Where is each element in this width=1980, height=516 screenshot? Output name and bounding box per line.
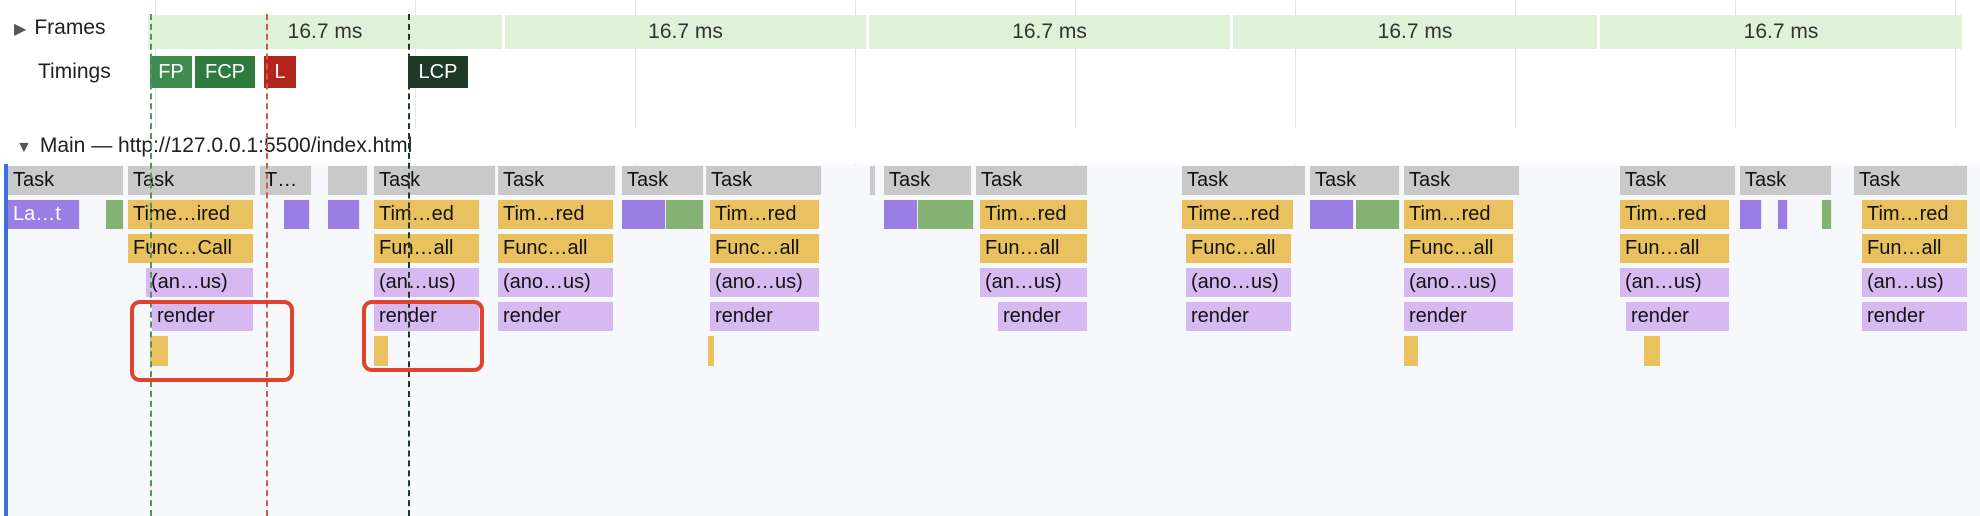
load-marker-line — [266, 14, 268, 516]
marker-lcp[interactable]: LCP — [408, 56, 468, 88]
event-bar[interactable] — [884, 200, 918, 229]
highlight-box — [130, 300, 294, 382]
frame-duration: 16.7 ms — [1743, 20, 1819, 43]
timings-label: Timings — [38, 60, 111, 83]
frame-duration: 16.7 ms — [648, 20, 723, 43]
render-bar[interactable]: render — [498, 302, 614, 331]
anonymous-function-bar[interactable]: (an…us) — [1862, 268, 1968, 297]
event-bar[interactable] — [666, 200, 704, 229]
render-bar[interactable]: render — [1404, 302, 1514, 331]
frame-duration: 16.7 ms — [1377, 20, 1453, 43]
lcp-marker-line — [408, 14, 410, 516]
frame-block[interactable]: 16.7 ms — [148, 15, 502, 49]
main-header-wrap[interactable]: ▼ Main — http://127.0.0.1:5500/index.html — [16, 134, 412, 158]
function-call-bar[interactable]: Func…Call — [128, 234, 254, 263]
marker-fcp[interactable]: FCP — [195, 56, 255, 88]
timer-fired-bar[interactable]: Tim…red — [1620, 200, 1730, 229]
task-bar[interactable]: Task — [1404, 166, 1520, 195]
function-call-bar[interactable]: Fun…all — [1862, 234, 1968, 263]
render-bar[interactable]: render — [1862, 302, 1968, 331]
function-call-bar[interactable]: Func…all — [1404, 234, 1514, 263]
event-bar[interactable] — [1740, 200, 1762, 229]
function-call-bar[interactable]: Fun…all — [980, 234, 1088, 263]
function-call-bar[interactable]: Fun…all — [1620, 234, 1730, 263]
event-bar[interactable] — [918, 200, 974, 229]
anonymous-function-bar[interactable]: (an…us) — [980, 268, 1088, 297]
render-bar[interactable]: render — [1186, 302, 1292, 331]
expand-triangle-icon[interactable]: ▶ — [14, 19, 26, 39]
render-bar[interactable]: render — [710, 302, 820, 331]
anonymous-function-bar[interactable]: (an…us) — [374, 268, 480, 297]
timer-fired-bar[interactable]: Tim…red — [710, 200, 820, 229]
frames-track[interactable]: ▶ Frames 16.7 ms 16.7 ms 16.7 ms 16.7 ms … — [0, 10, 1980, 50]
task-bar[interactable]: Task — [374, 166, 496, 195]
anonymous-function-bar[interactable]: (ano…us) — [1404, 268, 1514, 297]
event-bar[interactable] — [328, 200, 360, 229]
subcall-bar[interactable] — [1404, 336, 1418, 366]
anonymous-function-bar[interactable]: (ano…us) — [1186, 268, 1292, 297]
event-bar[interactable] — [1356, 200, 1400, 229]
event-bar[interactable] — [1822, 200, 1832, 229]
task-bar[interactable]: Task — [8, 166, 124, 195]
timer-fired-bar[interactable]: Tim…red — [1404, 200, 1514, 229]
task-bar[interactable]: Task — [1740, 166, 1832, 195]
marker-load[interactable]: L — [264, 56, 296, 88]
collapse-triangle-icon[interactable]: ▼ — [16, 139, 32, 157]
render-bar[interactable]: render — [1626, 302, 1730, 331]
task-bar[interactable] — [870, 166, 876, 195]
timer-fired-bar[interactable]: Tim…red — [498, 200, 614, 229]
task-bar[interactable]: Task — [1182, 166, 1306, 195]
frame-duration: 16.7 ms — [287, 20, 363, 43]
frame-block[interactable]: 16.7 ms — [869, 15, 1230, 49]
highlight-box — [362, 300, 484, 372]
event-bar[interactable] — [106, 200, 124, 229]
frame-block[interactable]: 16.7 ms — [1600, 15, 1962, 49]
main-track-header[interactable]: ▼ Main — http://127.0.0.1:5500/index.html — [0, 128, 1980, 164]
task-bar[interactable]: Task — [884, 166, 972, 195]
frame-block[interactable]: 16.7 ms — [505, 15, 866, 49]
timer-fired-bar[interactable]: Time…red — [1182, 200, 1294, 229]
performance-timeline: ▶ Frames 16.7 ms 16.7 ms 16.7 ms 16.7 ms … — [0, 0, 1980, 516]
timer-fired-bar[interactable]: Tim…red — [1862, 200, 1968, 229]
frame-duration: 16.7 ms — [1012, 20, 1087, 43]
function-call-bar[interactable]: Func…all — [498, 234, 614, 263]
timer-fired-bar[interactable]: Tim…red — [980, 200, 1088, 229]
event-bar[interactable] — [1310, 200, 1354, 229]
event-bar[interactable] — [284, 200, 310, 229]
marker-fp[interactable]: FP — [150, 56, 192, 88]
task-bar[interactable]: Task — [498, 166, 616, 195]
task-bar[interactable]: Task — [128, 166, 256, 195]
frames-label-wrap[interactable]: ▶ Frames — [14, 16, 106, 40]
event-bar[interactable] — [1778, 200, 1788, 229]
task-bar[interactable]: Task — [1620, 166, 1736, 195]
timer-fired-bar[interactable]: Tim…ed — [374, 200, 480, 229]
task-bar[interactable]: Task — [976, 166, 1088, 195]
render-bar[interactable]: render — [998, 302, 1088, 331]
timings-track: Timings FP FCP L LCP — [0, 52, 1980, 94]
anonymous-function-bar[interactable]: (ano…us) — [710, 268, 820, 297]
anonymous-function-bar[interactable]: (ano…us) — [498, 268, 614, 297]
subcall-bar[interactable] — [708, 336, 714, 366]
function-call-bar[interactable]: Fun…all — [374, 234, 480, 263]
subcall-bar[interactable] — [1644, 336, 1660, 366]
timer-fired-bar[interactable]: Time…ired — [128, 200, 254, 229]
task-bar[interactable]: Task — [1854, 166, 1968, 195]
task-bar[interactable]: Task — [1310, 166, 1400, 195]
event-bar[interactable] — [622, 200, 666, 229]
layout-bar[interactable]: La…t — [8, 200, 80, 229]
function-call-bar[interactable]: Func…all — [710, 234, 820, 263]
task-bar[interactable]: Task — [706, 166, 822, 195]
anonymous-function-bar[interactable]: (an…us) — [146, 268, 254, 297]
main-thread-label: Main — http://127.0.0.1:5500/index.html — [39, 134, 413, 157]
fp-marker-line — [150, 14, 152, 516]
frame-block[interactable]: 16.7 ms — [1233, 15, 1597, 49]
function-call-bar[interactable]: Func…all — [1186, 234, 1292, 263]
task-bar[interactable]: Task — [622, 166, 704, 195]
anonymous-function-bar[interactable]: (an…us) — [1620, 268, 1730, 297]
task-bar[interactable] — [328, 166, 368, 195]
frames-label: Frames — [34, 16, 106, 39]
